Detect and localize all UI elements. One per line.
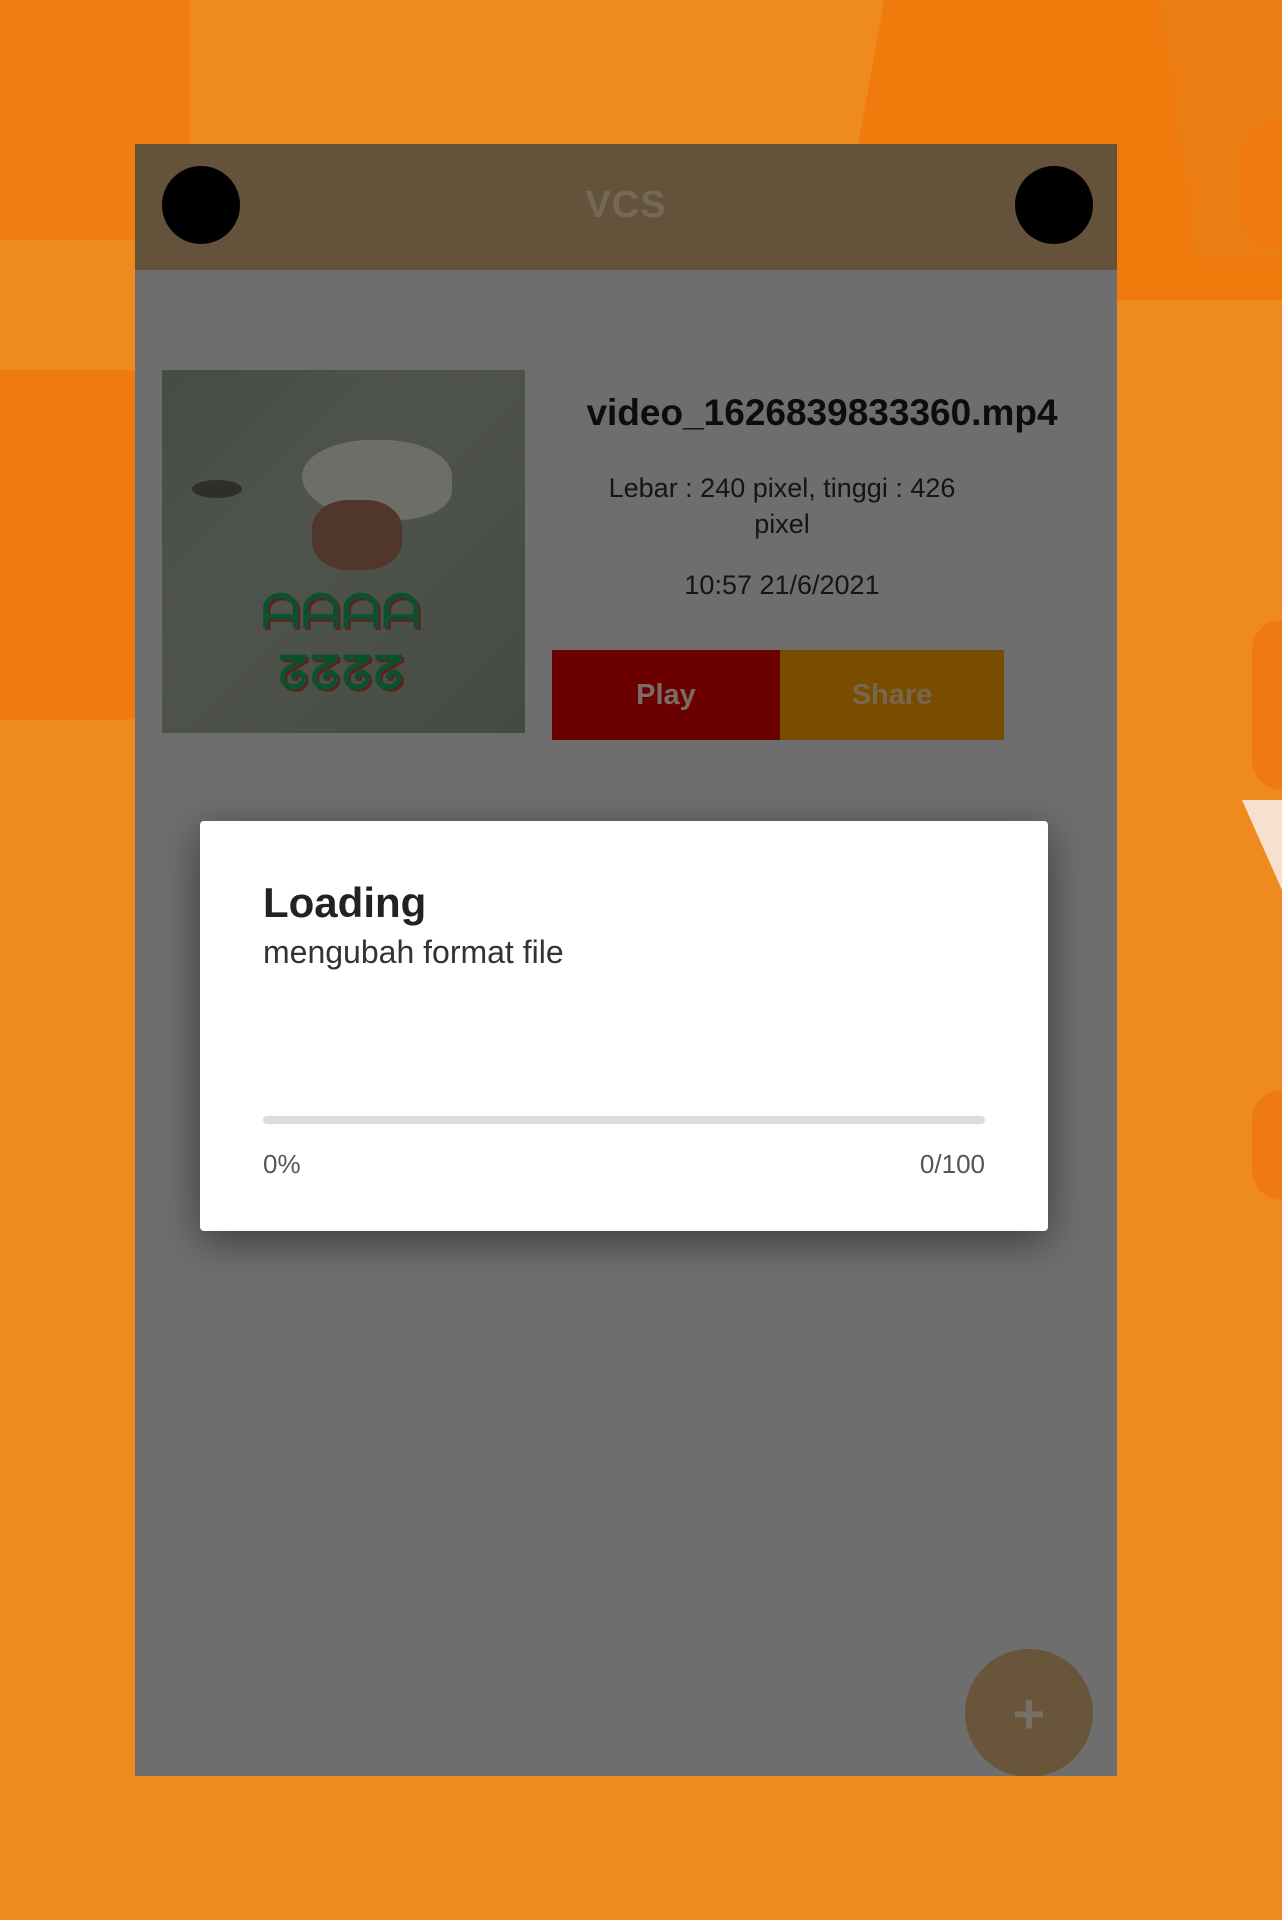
phone-screen: VCS ᗩᗩᗩᗩᘔᘔᘔᘔ video_1626839833360.mp4 Leb… <box>135 144 1117 1776</box>
bg-shape <box>1252 1090 1282 1200</box>
bg-shape <box>1252 620 1282 790</box>
bg-shape <box>1242 800 1282 890</box>
progress-count: 0/100 <box>919 1149 985 1179</box>
progress-bar <box>263 1116 985 1124</box>
loading-dialog: Loading mengubah format file 0% 0/100 <box>200 821 1048 1231</box>
dialog-title: Loading <box>263 879 427 926</box>
progress-percent: 0% <box>263 1149 301 1179</box>
bg-shape <box>1242 120 1282 250</box>
dialog-message: mengubah format file <box>263 934 564 970</box>
bg-shape <box>0 370 150 720</box>
